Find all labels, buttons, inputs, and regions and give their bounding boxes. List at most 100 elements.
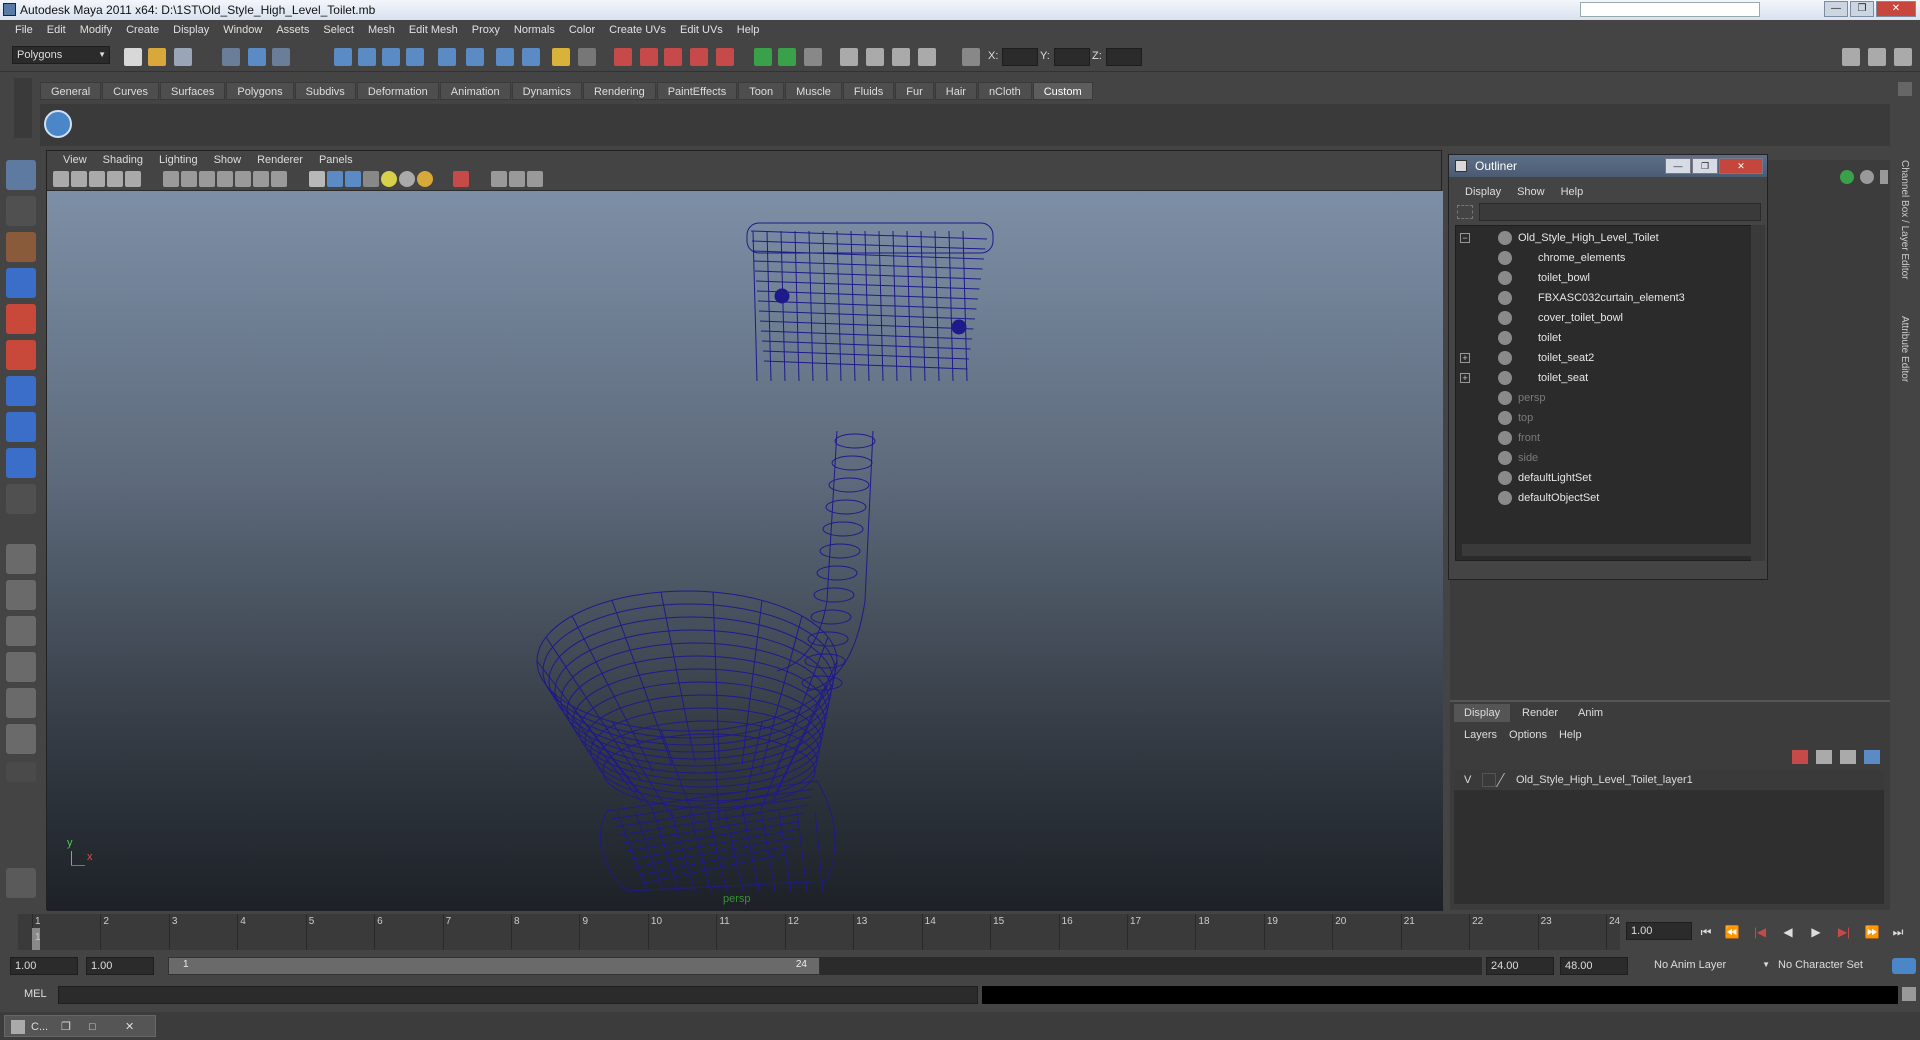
history-icon[interactable] <box>466 48 484 66</box>
all-lights-icon[interactable] <box>399 171 415 187</box>
numeric-input-icon[interactable] <box>962 48 980 66</box>
outliner-item[interactable]: defaultLightSet <box>1456 468 1746 488</box>
smooth-shading-icon[interactable] <box>327 171 343 187</box>
tool-settings-icon[interactable] <box>6 868 36 898</box>
film-gate-icon[interactable] <box>181 171 197 187</box>
scale-tool-icon[interactable] <box>6 340 36 370</box>
open-scene-icon[interactable] <box>148 48 166 66</box>
shelf-tab-surfaces[interactable]: Surfaces <box>159 82 226 100</box>
camera-attributes-icon[interactable] <box>71 171 87 187</box>
menu-create-uvs[interactable]: Create UVs <box>602 24 673 36</box>
persp-graph-layout-icon[interactable] <box>6 652 36 682</box>
gate-mask-icon[interactable] <box>217 171 233 187</box>
show-manipulator-icon[interactable] <box>6 448 36 478</box>
outliner-minimize-button[interactable]: — <box>1665 158 1691 174</box>
outliner-persp-layout-icon[interactable] <box>6 616 36 646</box>
snap-surface-icon[interactable] <box>438 48 456 66</box>
outliner-menu-show[interactable]: Show <box>1509 183 1553 201</box>
move-layer-up-icon[interactable] <box>1792 750 1808 764</box>
shelf-tab-painteffects[interactable]: PaintEffects <box>656 82 738 100</box>
shelf-tab-custom[interactable]: Custom <box>1032 82 1093 100</box>
shelf-tab-hair[interactable]: Hair <box>934 82 977 100</box>
xray-icon[interactable] <box>491 171 507 187</box>
menu-window[interactable]: Window <box>216 24 269 36</box>
selection-mask-icon[interactable] <box>578 48 596 66</box>
channel-icon[interactable] <box>1840 170 1854 184</box>
go-to-end-icon[interactable]: ⏭ <box>1888 922 1908 942</box>
save-scene-icon[interactable] <box>174 48 192 66</box>
shelf-tab-curves[interactable]: Curves <box>102 82 159 100</box>
shelf-tab-animation[interactable]: Animation <box>439 82 511 100</box>
range-track[interactable] <box>820 957 1482 975</box>
shelf-tab-polygons[interactable]: Polygons <box>226 82 294 100</box>
current-frame-field[interactable]: 1.00 <box>1626 922 1692 940</box>
y-field[interactable] <box>1054 48 1090 66</box>
viewport-persp[interactable]: View Shading Lighting Show Renderer Pane… <box>46 150 1443 911</box>
snap-grid-icon[interactable] <box>334 48 352 66</box>
snap-curve-icon[interactable] <box>358 48 376 66</box>
rotate-tool-icon[interactable] <box>6 304 36 334</box>
hypershade-icon[interactable] <box>690 48 708 66</box>
animation-end-field[interactable]: 48.00 <box>1560 957 1628 975</box>
layer-color-swatch[interactable] <box>1495 773 1517 787</box>
select-component-icon[interactable] <box>272 48 290 66</box>
safe-action-icon[interactable] <box>253 171 269 187</box>
auto-key-icon[interactable] <box>1892 958 1916 974</box>
panel-divider[interactable] <box>1450 700 1890 702</box>
outliner-item[interactable]: + toilet_seat2 <box>1456 348 1746 368</box>
outliner-item[interactable]: defaultObjectSet <box>1456 488 1746 508</box>
show-channel-box-icon[interactable] <box>1894 48 1912 66</box>
manipulator-icon[interactable] <box>1860 170 1874 184</box>
step-forward-frame-icon[interactable]: ▶| <box>1834 922 1854 942</box>
shelf-tab-fluids[interactable]: Fluids <box>842 82 895 100</box>
tool-settings-toggle-icon[interactable] <box>840 48 858 66</box>
menuset-dropdown[interactable]: Polygons ▼ <box>12 46 110 64</box>
time-slider[interactable]: 1 2 3 4 5 6 7 8 9 10 11 12 13 14 15 16 17 18 19 20 21 22 23 24 1… <box>0 912 1920 952</box>
textured-icon[interactable] <box>363 171 379 187</box>
attribute-editor-toggle-icon[interactable] <box>804 48 822 66</box>
single-perspective-layout-icon[interactable] <box>6 544 36 574</box>
layer-tab-render[interactable]: Render <box>1512 704 1568 722</box>
maximize-icon[interactable]: □ <box>89 1016 96 1038</box>
outliner-menu-help[interactable]: Help <box>1553 183 1592 201</box>
outliner-item[interactable]: + toilet_seat <box>1456 368 1746 388</box>
layer-menu-layers[interactable]: Layers <box>1458 726 1503 744</box>
step-back-frame-icon[interactable]: |◀ <box>1750 922 1770 942</box>
safe-title-icon[interactable] <box>271 171 287 187</box>
menu-modify[interactable]: Modify <box>73 24 119 36</box>
shadows-icon[interactable] <box>417 171 433 187</box>
outliner-item[interactable]: top <box>1456 408 1746 428</box>
playback-start-field[interactable]: 1.00 <box>86 957 154 975</box>
outliner-item[interactable]: side <box>1456 448 1746 468</box>
field-chart-icon[interactable] <box>235 171 251 187</box>
vp-menu-renderer[interactable]: Renderer <box>249 154 311 166</box>
step-forward-key-icon[interactable]: ⏩ <box>1862 922 1882 942</box>
snap-plane-icon[interactable] <box>406 48 424 66</box>
outliner-vertical-scrollbar[interactable] <box>1751 225 1765 561</box>
go-to-start-icon[interactable]: ⏮ <box>1696 922 1716 942</box>
mel-language-toggle[interactable]: MEL <box>24 988 47 1000</box>
grid-icon[interactable] <box>163 171 179 187</box>
vp-menu-lighting[interactable]: Lighting <box>151 154 206 166</box>
menu-select[interactable]: Select <box>316 24 361 36</box>
menu-file[interactable]: File <box>8 24 40 36</box>
move-layer-down-icon[interactable] <box>1816 750 1832 764</box>
outliner-close-button[interactable]: ✕ <box>1719 158 1763 174</box>
menu-edit[interactable]: Edit <box>40 24 73 36</box>
outliner-item[interactable]: front <box>1456 428 1746 448</box>
shelf-options-icon[interactable] <box>1898 82 1912 96</box>
isolate-select-icon[interactable] <box>453 171 469 187</box>
close-icon[interactable]: ✕ <box>125 1016 134 1038</box>
lasso-tool-icon[interactable] <box>6 196 36 226</box>
restore-icon[interactable]: ❐ <box>61 1016 71 1038</box>
outliner-horizontal-scrollbar[interactable] <box>1462 544 1752 556</box>
construction-history-icon[interactable] <box>496 48 514 66</box>
layer-menu-help[interactable]: Help <box>1553 726 1588 744</box>
ipr-render-icon[interactable] <box>640 48 658 66</box>
outliner-item[interactable]: toilet_bowl <box>1456 268 1746 288</box>
show-attribute-editor-icon[interactable] <box>1842 48 1860 66</box>
lock-icon[interactable] <box>552 48 570 66</box>
close-button[interactable]: ✕ <box>1876 1 1916 17</box>
z-field[interactable] <box>1106 48 1142 66</box>
play-forwards-icon[interactable]: ▶ <box>1806 922 1826 942</box>
